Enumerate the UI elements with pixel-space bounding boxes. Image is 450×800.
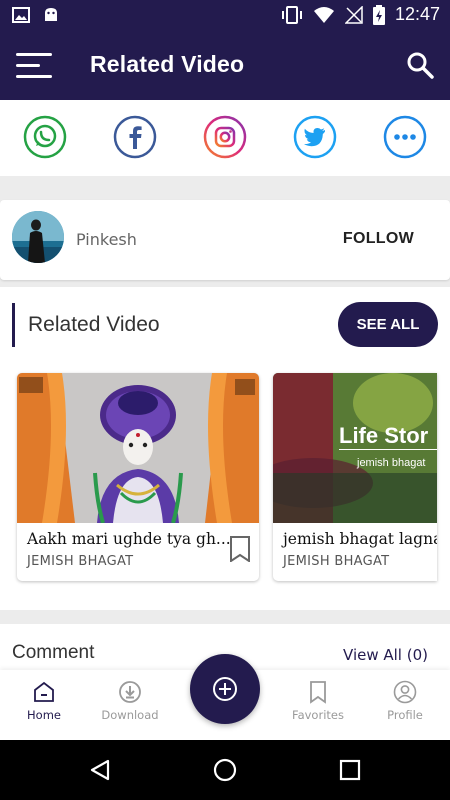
channel-card: Pinkesh FOLLOW — [0, 200, 450, 280]
see-all-button[interactable]: SEE ALL — [338, 302, 438, 347]
status-time: 12:47 — [394, 4, 440, 24]
home-circle-icon[interactable] — [212, 757, 238, 783]
menu-icon[interactable] — [16, 53, 52, 79]
nav-home[interactable]: Home — [9, 680, 79, 722]
nav-download-label: Download — [101, 708, 159, 722]
related-video-section: Related Video SEE ALL Aakh mari ughde ty… — [0, 287, 450, 610]
more-icon[interactable] — [383, 115, 427, 159]
recents-icon[interactable] — [339, 759, 361, 781]
image-icon — [12, 7, 30, 23]
channel-name[interactable]: Pinkesh — [76, 230, 137, 249]
follow-button[interactable]: FOLLOW — [343, 230, 414, 248]
nav-home-label: Home — [27, 708, 61, 722]
user-icon — [393, 680, 417, 704]
bookmark-icon[interactable] — [229, 536, 251, 562]
wifi-icon — [313, 6, 334, 23]
thumb-overlay-subtitle: jemish bhagat — [356, 457, 426, 469]
thumb-overlay-title: Life Stor — [339, 423, 429, 448]
avatar[interactable] — [12, 211, 64, 263]
back-icon[interactable] — [88, 758, 112, 782]
comment-title: Comment — [12, 642, 95, 663]
nav-profile-label: Profile — [387, 708, 423, 722]
video-title[interactable]: Aakh mari ughde tya gh... — [27, 530, 231, 548]
video-card[interactable]: Life Stor jemish bhagat jemish bhagat la… — [273, 373, 437, 581]
nav-download[interactable]: Download — [95, 680, 165, 722]
battery-charging-icon — [372, 4, 385, 25]
download-icon — [119, 681, 141, 703]
view-all-comments-link[interactable]: View All (0) — [343, 646, 428, 664]
android-icon — [45, 8, 57, 21]
whatsapp-icon[interactable] — [23, 115, 67, 159]
video-channel: JEMISH BHAGAT — [283, 554, 390, 569]
video-title[interactable]: jemish bhagat lagna — [283, 530, 437, 548]
nav-favorites[interactable]: Favorites — [283, 680, 353, 722]
share-row — [0, 100, 450, 176]
system-navigation-bar — [0, 740, 450, 800]
twitter-icon[interactable] — [293, 115, 337, 159]
plus-circle-icon — [213, 677, 237, 701]
video-thumbnail[interactable]: Life Stor jemish bhagat — [273, 373, 437, 523]
status-bar: 12:47 — [0, 0, 450, 33]
vibrate-icon — [281, 5, 302, 24]
home-icon — [34, 681, 54, 702]
section-title: Related Video — [28, 313, 160, 336]
nav-profile[interactable]: Profile — [370, 680, 440, 722]
video-card[interactable]: Aakh mari ughde tya gh... JEMISH BHAGAT — [17, 373, 259, 581]
video-channel: JEMISH BHAGAT — [27, 554, 134, 569]
add-button[interactable] — [190, 654, 260, 724]
facebook-icon[interactable] — [113, 115, 157, 159]
bookmark-icon — [310, 681, 326, 704]
video-thumbnail[interactable] — [17, 373, 259, 523]
search-icon[interactable] — [406, 51, 434, 79]
app-bar: Related Video — [0, 33, 450, 100]
nav-favorites-label: Favorites — [292, 708, 344, 722]
instagram-icon[interactable] — [203, 115, 247, 159]
no-signal-icon — [344, 5, 363, 24]
page-title: Related Video — [90, 51, 245, 77]
section-accent-bar — [12, 303, 15, 347]
